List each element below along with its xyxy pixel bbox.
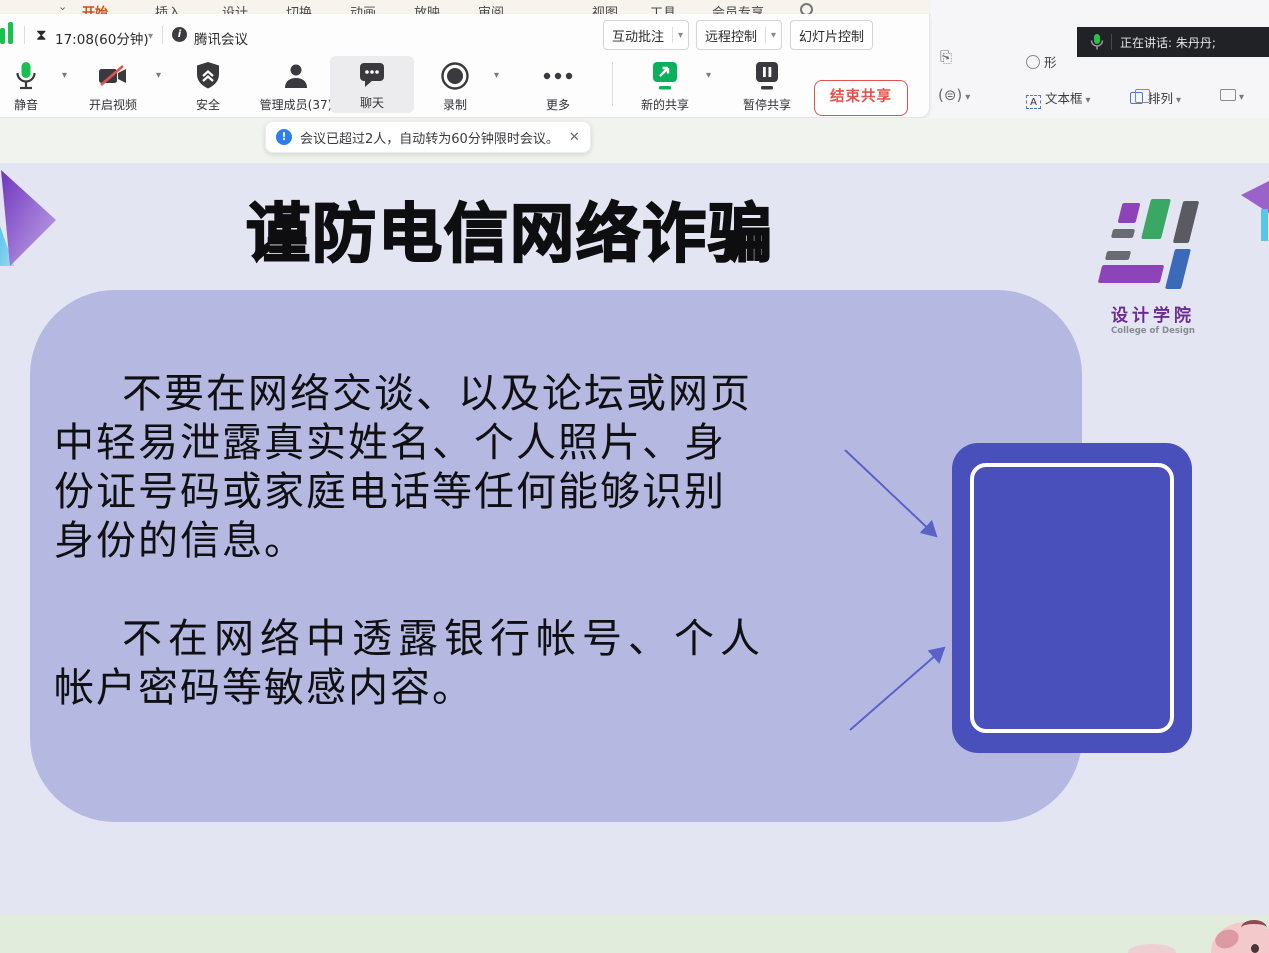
chevron-down-icon[interactable]: ▾ — [766, 30, 781, 41]
replace-icon[interactable]: ⎘ — [940, 48, 952, 66]
video-chevron-icon[interactable]: ▾ — [156, 70, 161, 81]
ellipsis-icon — [516, 58, 600, 94]
logo-shape — [1105, 251, 1131, 260]
blue-placeholder-shape — [952, 443, 1192, 753]
logo-shape — [1173, 201, 1199, 243]
shield-icon — [166, 58, 250, 94]
shared-slide: 谨防电信网络诈骗 设计学院 College of Design 不要在网络交谈、… — [0, 163, 1269, 915]
start-video-button[interactable]: 开启视频 — [71, 58, 155, 113]
pause-icon — [725, 58, 809, 94]
textbox-icon: A — [1026, 95, 1041, 109]
chat-bubble-icon — [330, 56, 414, 92]
record-button[interactable]: 录制 — [413, 58, 497, 113]
pig-character — [1205, 918, 1269, 953]
pig-ear-decoration — [1128, 944, 1176, 953]
pig-ear — [1241, 920, 1267, 936]
annotate-button[interactable]: 互动批注 ▾ — [603, 20, 689, 50]
speaking-indicator: 正在讲话: 朱丹丹; — [1077, 27, 1269, 57]
logo-shape — [1118, 203, 1141, 223]
slide-title: 谨防电信网络诈骗 — [0, 183, 1020, 275]
meeting-toolbar: ⧗ 17:08(60分钟) ▾ i 腾讯会议 互动批注 ▾ 远程控制 ▾ 幻灯片… — [0, 14, 930, 118]
end-share-button[interactable]: 结束共享 — [814, 80, 908, 116]
white-inner-border — [970, 463, 1174, 733]
logo-shape — [1141, 199, 1171, 239]
screen: ⌄ 开始 插入 设计 切换 动画 放映 审阅 视图 工具 会员专享 ⎘ (⊜)▾… — [0, 0, 1269, 953]
divider — [162, 26, 163, 44]
notification-text: 会议已超过2人，自动转为60分钟限时会议。 — [300, 128, 559, 147]
tab-animation[interactable]: 动画 — [350, 2, 376, 14]
collapse-caret-icon[interactable]: ⌄ — [58, 0, 67, 13]
search-icon[interactable] — [800, 3, 813, 14]
pause-share-button[interactable]: 暂停共享 — [725, 58, 809, 113]
new-share-button[interactable]: 新的共享 — [623, 58, 707, 113]
logo-shape — [1165, 249, 1191, 289]
logo-shape — [1111, 229, 1135, 238]
chat-button[interactable]: 聊天 — [330, 56, 414, 113]
app-name: 腾讯会议 — [194, 28, 248, 48]
tab-view[interactable]: 视图 — [592, 2, 618, 14]
chevron-down-icon[interactable]: ▾ — [673, 30, 688, 41]
mute-button[interactable]: 静音 — [0, 58, 68, 113]
record-icon — [413, 58, 497, 94]
ppt-background-band — [0, 118, 1269, 163]
speaker-mic-icon — [1089, 33, 1105, 51]
share-chevron-icon[interactable]: ▾ — [706, 70, 711, 81]
paragraph-2: 不在网络中透露银行帐号、个人 帐户密码等敏感内容。 — [54, 615, 774, 713]
slide-master-button[interactable]: ▾ — [1220, 88, 1244, 103]
divider — [24, 26, 25, 44]
security-button[interactable]: 安全 — [166, 58, 250, 113]
meeting-timer: 17:08(60分钟) — [55, 28, 149, 48]
screen-share-icon — [623, 58, 707, 94]
tab-transition[interactable]: 切换 — [286, 2, 312, 14]
microphone-icon — [0, 58, 68, 94]
slide-control-button[interactable]: 幻灯片控制 — [790, 20, 873, 50]
meeting-notification: ! 会议已超过2人，自动转为60分钟限时会议。 ✕ — [265, 121, 591, 153]
tab-home[interactable]: 开始 — [82, 2, 108, 14]
more-button[interactable]: 更多 — [516, 58, 600, 113]
ppt-background-bottom — [0, 915, 1269, 953]
ppt-ribbon-fragment: ⎘ (⊜)▾ 形 A文本框▾ 排列▾ ▾ — [930, 0, 1269, 120]
divider — [612, 62, 613, 106]
mute-chevron-icon[interactable]: ▾ — [62, 70, 67, 81]
college-logo: 设计学院 College of Design — [1098, 191, 1218, 346]
align-icon[interactable]: (⊜)▾ — [938, 86, 970, 104]
tab-slideshow[interactable]: 放映 — [414, 2, 440, 14]
textbox-button[interactable]: A文本框▾ — [1026, 88, 1091, 109]
tab-review[interactable]: 审阅 — [478, 2, 504, 14]
hourglass-icon: ⧗ — [36, 26, 47, 44]
pig-eye — [1251, 944, 1259, 953]
tab-design[interactable]: 设计 — [222, 2, 248, 14]
paragraph-1: 不要在网络交谈、以及论坛或网页 中轻易泄露真实姓名、个人照片、身 份证号码或家庭… — [54, 370, 774, 566]
info-icon: ! — [276, 129, 292, 145]
logo-text-cn: 设计学院 — [1098, 301, 1208, 326]
right-triangle-decoration — [1237, 181, 1269, 243]
slide-text-box: 不要在网络交谈、以及论坛或网页 中轻易泄露真实姓名、个人照片、身 份证号码或家庭… — [30, 290, 1082, 822]
logo-text-en: College of Design — [1098, 326, 1208, 336]
record-chevron-icon[interactable]: ▾ — [494, 70, 499, 81]
shapes-button[interactable]: 形 — [1026, 52, 1057, 71]
arrange-button[interactable]: 排列▾ — [1130, 88, 1181, 107]
tab-member[interactable]: 会员专享 — [712, 2, 764, 14]
arrange-icon — [1130, 92, 1143, 104]
close-icon[interactable]: ✕ — [569, 130, 580, 145]
camera-off-icon — [71, 58, 155, 94]
monitor-icon — [1220, 89, 1236, 101]
remote-control-button[interactable]: 远程控制 ▾ — [696, 20, 782, 50]
logo-shape — [1098, 265, 1164, 283]
tab-tools[interactable]: 工具 — [650, 2, 676, 14]
tab-insert[interactable]: 插入 — [155, 2, 181, 14]
speaking-text: 正在讲话: 朱丹丹; — [1120, 34, 1216, 51]
timer-chevron-icon[interactable]: ▾ — [148, 31, 153, 42]
meeting-info-icon[interactable]: i — [172, 27, 187, 42]
